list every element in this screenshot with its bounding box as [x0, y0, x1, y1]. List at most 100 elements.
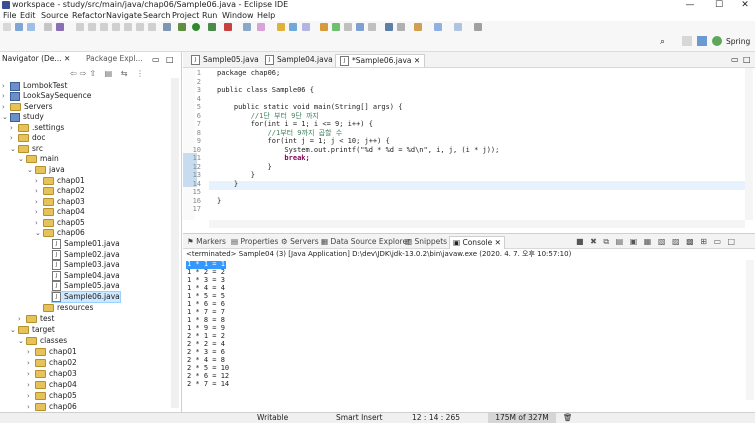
- tree-item[interactable]: › chap03: [35, 197, 85, 207]
- menu-edit[interactable]: Edit: [20, 10, 36, 21]
- open-type-icon[interactable]: [163, 23, 171, 31]
- tab-console-active[interactable]: ▣ Console ✕: [449, 236, 505, 249]
- editor-vertical-scrollbar[interactable]: [745, 68, 753, 220]
- tab-snippets[interactable]: ▧ Snippets: [405, 236, 447, 248]
- tree-item[interactable]: › test: [18, 314, 54, 324]
- menu-file[interactable]: File: [3, 10, 16, 21]
- editor-minimize-icon[interactable]: ▭: [731, 55, 739, 64]
- external-tools-icon[interactable]: [224, 23, 232, 31]
- tab-navigator[interactable]: Navigator (De... ✕: [2, 52, 71, 66]
- maximize-view-icon[interactable]: □: [166, 55, 174, 64]
- tree-item[interactable]: ⌄ classes: [18, 336, 67, 346]
- suspend-icon[interactable]: [100, 23, 108, 31]
- menu-search[interactable]: Search: [143, 10, 170, 21]
- stop-icon[interactable]: [112, 23, 120, 31]
- tab-package-explorer[interactable]: Package Expl...: [86, 52, 143, 66]
- tree-item[interactable]: J Sample02.java: [52, 250, 120, 260]
- tree-item[interactable]: › .settings: [10, 123, 64, 133]
- terminal-icon[interactable]: [56, 23, 64, 31]
- minimize-button[interactable]: —: [683, 0, 697, 10]
- forward-icon[interactable]: [454, 23, 462, 31]
- navigator-scrollbar[interactable]: [171, 78, 179, 408]
- tree-item[interactable]: › chap03: [27, 369, 77, 379]
- tree-item[interactable]: › Servers: [2, 102, 53, 112]
- tree-item[interactable]: ⌄ chap06: [35, 228, 85, 238]
- menu-source[interactable]: Source: [41, 10, 68, 21]
- tree-item[interactable]: ⌄ target: [10, 325, 55, 335]
- resume-icon[interactable]: [88, 23, 96, 31]
- tree-item[interactable]: ⌄ study: [2, 112, 44, 122]
- print-icon[interactable]: [44, 23, 52, 31]
- menu-navigate[interactable]: Navigate: [106, 10, 142, 21]
- tree-item[interactable]: › chap02: [35, 186, 85, 196]
- tree-item[interactable]: ⌄ main: [18, 154, 59, 164]
- search-icon[interactable]: [302, 23, 310, 31]
- tab-markers[interactable]: ⚑ Markers: [187, 236, 226, 248]
- tree-item[interactable]: J Sample04.java: [52, 271, 120, 281]
- console-toolbar-icons[interactable]: ■ ✖ ⧉ ▤ ▣ ▦ ▧ ▨ ▩ ⊞ ▭ □: [576, 237, 737, 247]
- pin-editor-icon[interactable]: [474, 23, 482, 31]
- tree-item[interactable]: › chap04: [35, 207, 85, 217]
- tree-item[interactable]: › chap04: [27, 380, 77, 390]
- tree-item[interactable]: › doc: [10, 133, 45, 143]
- save-all-icon[interactable]: [27, 23, 35, 31]
- java-perspective-icon[interactable]: [697, 36, 707, 46]
- tab-data-source-explorer[interactable]: ▦ Data Source Explorer: [321, 236, 410, 248]
- step-over-icon[interactable]: [148, 23, 156, 31]
- open-task-icon[interactable]: [289, 23, 297, 31]
- console-scrollbar[interactable]: [746, 260, 754, 400]
- run-icon[interactable]: [192, 23, 200, 31]
- tree-item[interactable]: resources: [35, 303, 93, 313]
- last-edit-icon[interactable]: [414, 23, 422, 31]
- back-icon[interactable]: [434, 23, 442, 31]
- annotation-icon[interactable]: [320, 23, 328, 31]
- new-icon[interactable]: [3, 23, 11, 31]
- tree-item[interactable]: › chap06: [27, 402, 77, 412]
- menu-help[interactable]: Help: [257, 10, 275, 21]
- minimize-view-icon[interactable]: ▭: [152, 55, 160, 64]
- menu-project[interactable]: Project: [172, 10, 199, 21]
- close-button[interactable]: ✕: [738, 0, 752, 10]
- coverage-icon[interactable]: [208, 23, 216, 31]
- tree-item[interactable]: › chap05: [27, 391, 77, 401]
- tree-item[interactable]: › LombokTest: [2, 81, 67, 91]
- tab-sample05[interactable]: J Sample05.java: [187, 54, 263, 66]
- tab-sample04[interactable]: J Sample04.java: [261, 54, 337, 66]
- spring-perspective-icon[interactable]: [712, 36, 722, 46]
- console-output[interactable]: 1 * 1 = 1 1 * 2 = 2 1 * 3 = 3 1 * 4 = 4 …: [183, 260, 743, 410]
- code-area[interactable]: package chap06; public class Sample06 { …: [209, 68, 745, 220]
- step-into-icon[interactable]: [136, 23, 144, 31]
- spring-perspective-label[interactable]: Spring: [726, 37, 750, 47]
- block-selection-icon[interactable]: [344, 23, 352, 31]
- tree-item-selected[interactable]: J Sample06.java: [51, 291, 121, 303]
- toggle-mark-icon[interactable]: [332, 23, 340, 31]
- new-package-icon[interactable]: [257, 23, 265, 31]
- maximize-button[interactable]: ☐: [712, 0, 726, 10]
- editor-maximize-icon[interactable]: □: [743, 55, 751, 64]
- new-class-icon[interactable]: [277, 23, 285, 31]
- disconnect-icon[interactable]: [124, 23, 132, 31]
- tree-item[interactable]: › chap01: [35, 176, 85, 186]
- tree-item[interactable]: › chap05: [35, 218, 85, 228]
- tree-item[interactable]: J Sample01.java: [52, 239, 120, 249]
- word-wrap-icon[interactable]: [356, 23, 364, 31]
- tree-item[interactable]: J Sample03.java: [52, 260, 120, 270]
- whitespace-icon[interactable]: [368, 23, 376, 31]
- next-annotation-icon[interactable]: [385, 23, 393, 31]
- menu-window[interactable]: Window: [222, 10, 254, 21]
- tab-properties[interactable]: ▤ Properties: [231, 236, 278, 248]
- tree-item[interactable]: › chap01: [27, 347, 77, 357]
- menu-refactor[interactable]: Refactor: [72, 10, 106, 21]
- open-perspective-icon[interactable]: [682, 36, 692, 46]
- save-icon[interactable]: [15, 23, 23, 31]
- editor-horizontal-scrollbar[interactable]: [209, 220, 745, 228]
- quick-access-search-icon[interactable]: ⌕: [660, 37, 665, 47]
- navigator-toolbar-icons[interactable]: ⇦⇨⇧ ▤ ⇆ ⋮: [70, 69, 147, 78]
- tree-item[interactable]: ⌄ src: [10, 144, 43, 154]
- tree-item[interactable]: › LookSaySequence: [2, 91, 91, 101]
- tab-servers[interactable]: ⚙ Servers: [281, 236, 319, 248]
- previous-annotation-icon[interactable]: [397, 23, 405, 31]
- new-java-project-icon[interactable]: [243, 23, 251, 31]
- skip-breakpoints-icon[interactable]: [76, 23, 84, 31]
- debug-icon[interactable]: [178, 23, 186, 31]
